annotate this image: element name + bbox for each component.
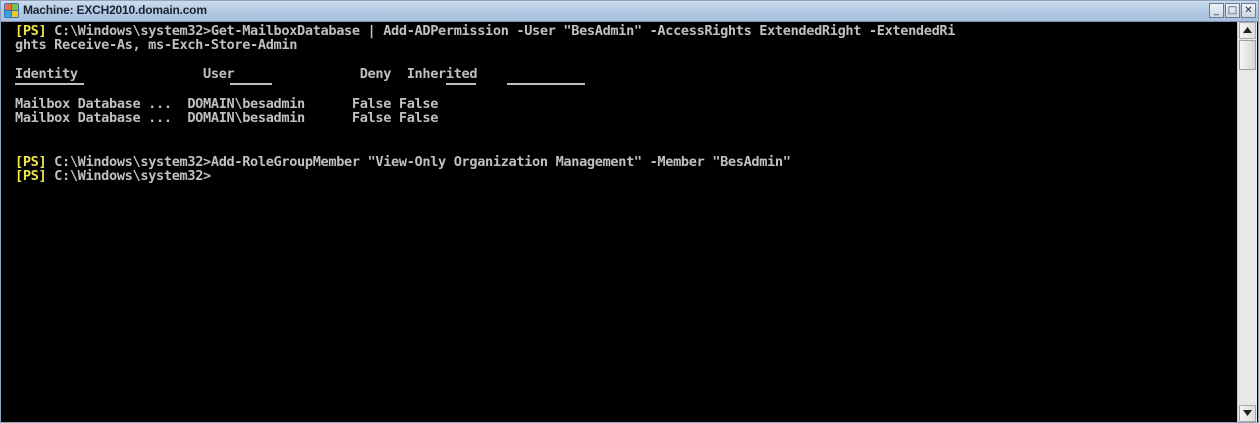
header-underline-identity [15, 83, 84, 85]
window-title: Machine: EXCH2010.domain.com [23, 3, 207, 17]
close-button[interactable]: ✕ [1241, 3, 1256, 18]
up-arrow-icon [1243, 27, 1252, 33]
down-arrow-icon [1243, 410, 1252, 416]
vertical-scrollbar[interactable] [1237, 22, 1257, 422]
window-controls: _ □ ✕ [1208, 3, 1256, 19]
title-bar[interactable]: Machine: EXCH2010.domain.com _ □ ✕ [1, 1, 1258, 22]
powershell-app-icon [4, 3, 19, 18]
prompt-text: C:\Windows\system32> [46, 168, 211, 184]
console-line-command-1-wrap: ghts Receive-As, ms-Exch-Store-Admin [15, 37, 298, 53]
console-line-command-1: [PS] C:\Windows\system32>Get-MailboxData… [15, 24, 955, 38]
console-line-command-2: [PS] C:\Windows\system32>Add-RoleGroupMe… [15, 155, 791, 169]
console-output[interactable]: [PS] C:\Windows\system32>Get-MailboxData… [15, 22, 1237, 422]
header-underline-user [230, 83, 272, 85]
table-header-row: Identity User Deny Inherited [15, 66, 478, 82]
table-row: Mailbox Database ... DOMAIN\besadmin Fal… [15, 110, 439, 126]
prompt-tag: [PS] [15, 168, 47, 184]
scrollbar-thumb[interactable] [1239, 40, 1256, 70]
maximize-button[interactable]: □ [1225, 3, 1240, 18]
scroll-up-button[interactable] [1239, 22, 1256, 39]
table-row: Mailbox Database ... DOMAIN\besadmin Fal… [15, 96, 439, 112]
header-underline-deny [446, 83, 476, 85]
scroll-down-button[interactable] [1239, 405, 1256, 422]
console-line-prompt: [PS] C:\Windows\system32> [15, 169, 211, 183]
powershell-window: Machine: EXCH2010.domain.com _ □ ✕ [PS] … [0, 0, 1259, 423]
minimize-button[interactable]: _ [1209, 3, 1224, 18]
header-underline-inherited [507, 83, 585, 85]
